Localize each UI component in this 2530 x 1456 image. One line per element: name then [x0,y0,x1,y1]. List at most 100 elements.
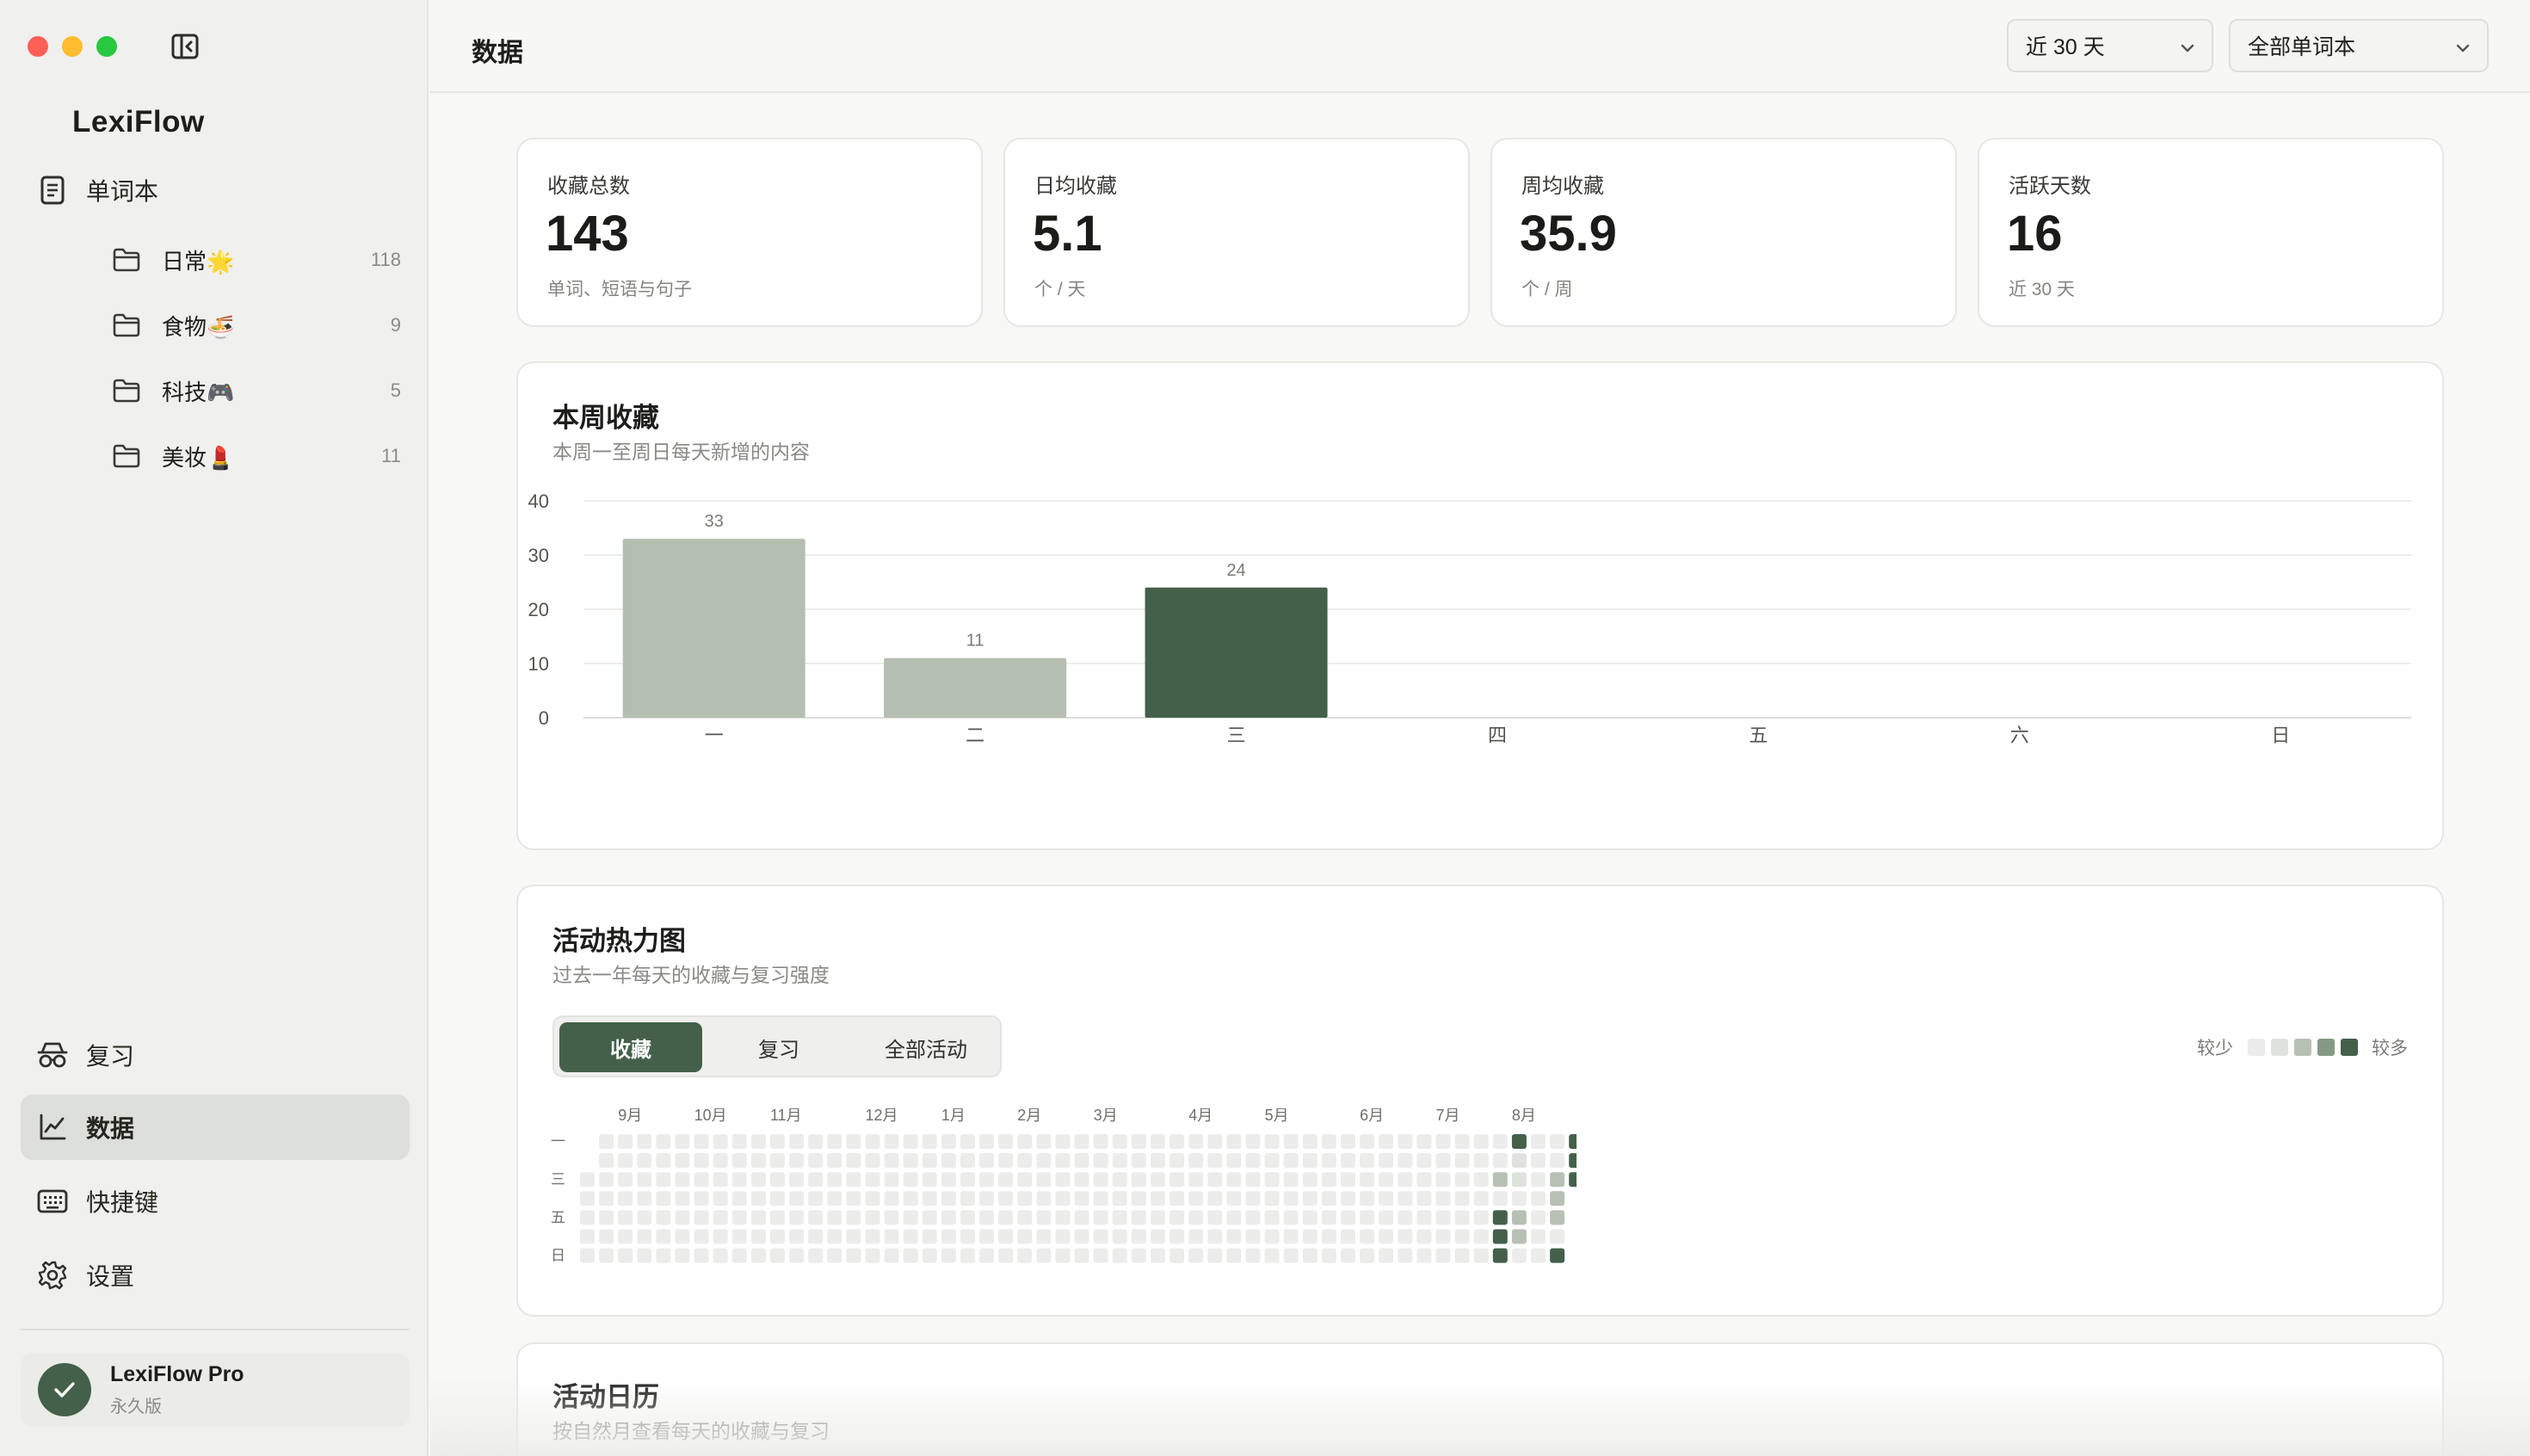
heatmap-cell [713,1134,728,1149]
heatmap-cell [1416,1210,1432,1225]
heatmap-cell [922,1191,937,1206]
bar [1145,587,1328,718]
stat-value: 35.9 [1520,206,1617,262]
notebook-label: 美妆💄 [162,444,235,471]
heatmap-cell [941,1172,956,1188]
folder-icon [112,443,141,469]
heatmap-cell [979,1172,995,1188]
section-title: 活动日历 [552,1382,659,1412]
notebook-item[interactable]: 美妆💄 11 [112,430,401,482]
heatmap-cell [1511,1248,1527,1263]
heatmap-cell [713,1210,728,1225]
heatmap-cell [1435,1210,1451,1225]
heatmap-cell [1454,1210,1470,1225]
calendar-card: 活动日历 按自然月查看每天的收藏与复习 [516,1342,2444,1456]
heatmap-cell [1531,1191,1546,1206]
heatmap-cell [1036,1210,1052,1225]
heatmap-cell [1398,1229,1413,1244]
heatmap-cell [1112,1229,1127,1244]
heatmap-cell [1341,1172,1355,1188]
heatmap-cell [1226,1153,1242,1169]
heatmap-cell [618,1153,633,1169]
heatmap-cell [1302,1210,1317,1225]
folder-icon [112,378,141,404]
heatmap-cell [1169,1229,1185,1244]
sidebar-toggle-icon[interactable] [170,33,200,60]
heatmap-cell [1188,1210,1204,1225]
section-title: 活动热力图 [552,926,686,956]
heatmap-cell [941,1248,956,1263]
heatmap-cell [618,1172,633,1188]
heatmap-cell [1188,1191,1204,1206]
heatmap-cell [960,1210,975,1225]
heatmap-cell [599,1172,614,1188]
section-subtitle: 按自然月查看每天的收藏与复习 [552,1420,830,1442]
heatmap-cell [1017,1172,1033,1188]
tab-collect[interactable]: 收藏 [559,1022,702,1072]
heatmap-cell [750,1134,766,1149]
heatmap-cell [1511,1134,1527,1149]
heatmap-cell [750,1191,766,1206]
sidebar-item-shortcuts[interactable]: 快捷键 [21,1169,410,1234]
heatmap-cell [884,1153,899,1169]
zoom-window-button[interactable] [96,36,117,57]
notebook-select[interactable]: 全部单词本 [2229,19,2489,72]
heatmap-cell [1454,1172,1470,1188]
sidebar-divider [21,1329,410,1330]
heatmap-cell [808,1248,824,1263]
heatmap-cell [1550,1172,1565,1188]
folder-icon [112,312,141,338]
heatmap-cell [1283,1210,1299,1225]
heatmap-cell [1112,1172,1127,1188]
stat-sub: 个 / 周 [1521,280,1573,299]
x-tick-label: 二 [966,725,984,746]
heatmap-cell [998,1153,1014,1169]
heatmap-cell [1074,1248,1089,1263]
heatmap-cell [1492,1153,1508,1169]
x-tick-label: 三 [1227,725,1246,746]
sidebar-item-review[interactable]: 复习 [21,1022,410,1088]
heatmap-cell [1511,1191,1527,1206]
heatmap-cell [731,1153,747,1169]
heatmap-cell [713,1229,728,1244]
heatmap-cell [865,1172,880,1188]
heatmap-cell [846,1191,861,1206]
heatmap-cell [694,1248,709,1263]
heatmap-cell [1302,1134,1317,1149]
heatmap-cell [1360,1191,1375,1206]
heatmap-cell [1131,1172,1146,1188]
sidebar-item-settings[interactable]: 设置 [21,1243,410,1308]
sidebar-item-data[interactable]: 数据 [21,1095,410,1160]
heatmap-cell [1473,1229,1489,1244]
heatmap-cell [1131,1191,1146,1206]
heatmap-cell [1511,1210,1527,1225]
data-label: 24 [1226,561,1245,580]
heatmap-cell [770,1191,785,1206]
main-content: 收藏总数 143 单词、短语与句子 日均收藏 5.1 个 / 天 周均收藏 35… [430,95,2530,1456]
heatmap-cell [1435,1248,1451,1263]
stat-sub: 单词、短语与句子 [547,280,692,299]
heatmap-cell [580,1191,595,1206]
sidebar-item-vocab[interactable]: 单词本 [21,157,410,223]
heatmap-cell [637,1153,652,1169]
heatmap-cell [1264,1210,1280,1225]
tab-review[interactable]: 复习 [707,1022,850,1072]
legend-more-label: 较多 [2372,1039,2408,1058]
tab-all-activity[interactable]: 全部活动 [855,1022,997,1072]
close-window-button[interactable] [28,36,48,57]
heatmap-cell [1492,1229,1508,1244]
heatmap-cell [599,1229,614,1244]
notebook-item[interactable]: 日常🌟 118 [112,234,401,286]
stat-label: 周均收藏 [1521,175,1604,198]
heatmap-cell [1379,1248,1394,1263]
pro-card[interactable]: LexiFlow Pro 永久版 [21,1353,410,1427]
minimize-window-button[interactable] [62,36,83,57]
day-label: 日 [551,1248,565,1264]
stat-label: 收藏总数 [547,175,630,198]
stat-card-active-days: 活跃天数 16 近 30 天 [1978,138,2444,327]
y-tick-label: 10 [528,653,549,675]
notebook-item[interactable]: 科技🎮 5 [112,365,401,416]
heatmap-cell [675,1172,690,1188]
range-select[interactable]: 近 30 天 [2007,19,2213,72]
notebook-item[interactable]: 食物🍜 9 [112,299,401,351]
